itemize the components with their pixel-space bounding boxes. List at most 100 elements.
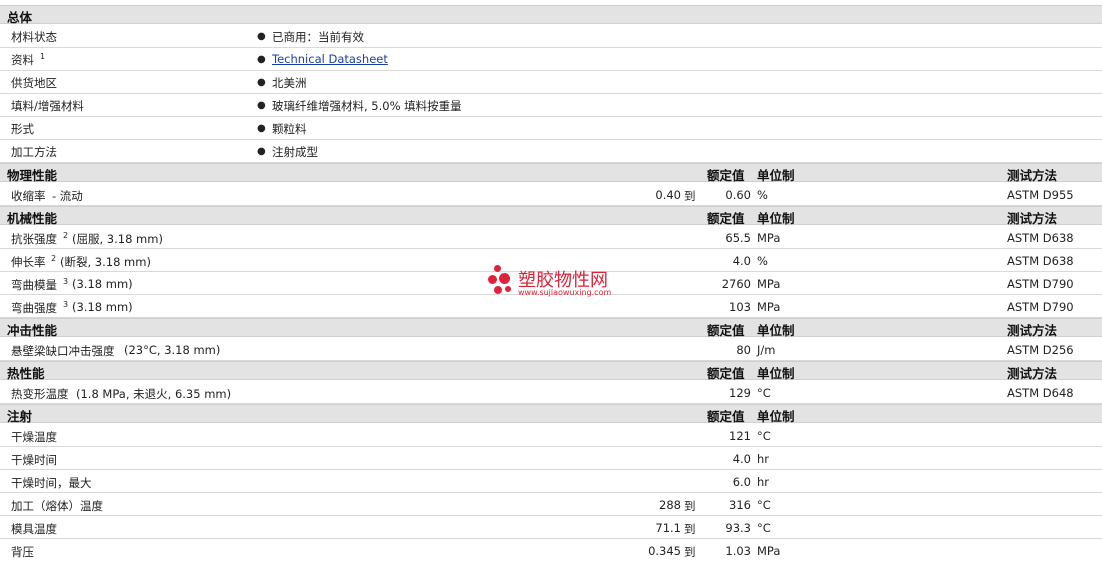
property-label: 干燥温度 <box>11 430 57 444</box>
section-title: 机械性能 <box>7 211 58 226</box>
value-low: 71.1 <box>655 521 681 535</box>
column-header-rated: 额定值 <box>707 211 745 226</box>
value: 121 <box>729 429 751 443</box>
property-label: 干燥时间 <box>11 453 57 467</box>
property-label: 悬壁梁缺口冲击强度 <box>11 344 115 358</box>
value-high: 1.03 <box>725 544 751 558</box>
test-method: ASTM D638 <box>1007 231 1074 245</box>
bullet-icon: ● <box>257 54 266 65</box>
watermark-dot <box>505 286 511 292</box>
property-value: 玻璃纤维增强材料, 5.0% 填料按重量 <box>272 99 462 113</box>
property-row: 抗张强度 2 (屈服, 3.18 mm) 65.5 MPa ASTM D638 <box>0 226 1102 249</box>
column-header-rated: 额定值 <box>707 409 745 424</box>
unit: °C <box>757 386 771 400</box>
section-title: 总体 <box>7 10 33 25</box>
column-header-rated: 额定值 <box>707 366 745 381</box>
section-title: 热性能 <box>7 366 45 381</box>
section-header-general: 总体 <box>0 5 1102 25</box>
value-low: 288 <box>659 498 681 512</box>
footnote-marker: 2 <box>63 231 69 240</box>
unit: hr <box>757 475 770 489</box>
property-row: 加工（熔体）温度 288 到 316 °C <box>0 493 1102 516</box>
property-value: 已商用：当前有效 <box>272 30 364 44</box>
general-row: 填料/增强材料 ● 玻璃纤维增强材料, 5.0% 填料按重量 <box>0 94 1102 117</box>
column-header-rated: 额定值 <box>707 323 745 338</box>
property-value: 北美洲 <box>272 76 307 90</box>
property-label: 热变形温度 <box>11 387 69 401</box>
test-method: ASTM D638 <box>1007 254 1074 268</box>
section-header-physical: 物理性能 额定值 单位制 测试方法 <box>0 163 1102 183</box>
test-method: ASTM D256 <box>1007 343 1074 357</box>
footnote-marker: 3 <box>63 277 69 286</box>
range-word: 到 <box>684 522 696 536</box>
unit: J/m <box>757 343 776 357</box>
property-qualifier: - 流动 <box>52 189 83 203</box>
column-header-test: 测试方法 <box>1007 366 1058 381</box>
section-title: 注射 <box>7 409 33 424</box>
bullet-icon: ● <box>257 123 266 134</box>
property-label: 收缩率 <box>11 189 46 203</box>
unit: MPa <box>757 300 781 314</box>
test-method: ASTM D955 <box>1007 188 1074 202</box>
section-title: 物理性能 <box>7 168 58 183</box>
property-row: 干燥时间，最大 6.0 hr <box>0 470 1102 493</box>
value: 6.0 <box>732 475 751 489</box>
property-qualifier: (3.18 mm) <box>72 300 133 314</box>
column-header-unit: 单位制 <box>757 168 795 183</box>
general-row: 加工方法 ● 注射成型 <box>0 140 1102 163</box>
column-header-unit: 单位制 <box>757 366 795 381</box>
property-label: 模具温度 <box>11 522 57 536</box>
unit: MPa <box>757 231 781 245</box>
value-high: 316 <box>729 498 751 512</box>
bullet-icon: ● <box>257 31 266 42</box>
property-row: 干燥时间 4.0 hr <box>0 447 1102 470</box>
value: 4.0 <box>732 452 751 466</box>
section-header-impact: 冲击性能 额定值 单位制 测试方法 <box>0 318 1102 338</box>
footnote-marker: 3 <box>63 300 69 309</box>
footnote-marker: 2 <box>51 254 57 263</box>
property-label: 弯曲模量 <box>11 278 57 292</box>
range-word: 到 <box>684 189 696 203</box>
section-header-injection: 注射 额定值 单位制 <box>0 404 1102 424</box>
watermark-dot <box>494 265 501 272</box>
general-row: 形式 ● 颗粒料 <box>0 117 1102 140</box>
property-label: 抗张强度 <box>11 232 57 246</box>
footnote-marker: 1 <box>40 52 46 61</box>
unit: MPa <box>757 544 781 558</box>
property-qualifier: (23°C, 3.18 mm) <box>124 343 221 357</box>
watermark-dot <box>499 273 510 284</box>
value: 103 <box>729 300 751 314</box>
property-label: 供货地区 <box>11 76 57 90</box>
section-header-thermal: 热性能 额定值 单位制 测试方法 <box>0 361 1102 381</box>
section-header-mechanical: 机械性能 额定值 单位制 测试方法 <box>0 206 1102 226</box>
column-header-unit: 单位制 <box>757 211 795 226</box>
column-header-test: 测试方法 <box>1007 168 1058 183</box>
value: 2760 <box>721 277 751 291</box>
general-row: 供货地区 ● 北美洲 <box>0 71 1102 94</box>
value: 65.5 <box>725 231 751 245</box>
test-method: ASTM D790 <box>1007 300 1074 314</box>
value-high: 93.3 <box>725 521 751 535</box>
property-label: 材料状态 <box>11 30 57 44</box>
unit: °C <box>757 521 771 535</box>
range-word: 到 <box>684 499 696 513</box>
property-qualifier: (3.18 mm) <box>72 277 133 291</box>
general-row: 材料状态 ● 已商用：当前有效 <box>0 25 1102 48</box>
watermark-dot <box>494 286 502 294</box>
range-word: 到 <box>684 545 696 559</box>
technical-datasheet-link[interactable]: Technical Datasheet <box>272 52 388 66</box>
property-label: 伸长率 <box>11 255 46 269</box>
property-qualifier: (断裂, 3.18 mm) <box>60 255 151 269</box>
property-label: 形式 <box>11 122 34 136</box>
column-header-test: 测试方法 <box>1007 211 1058 226</box>
unit: % <box>757 254 768 268</box>
property-value: 注射成型 <box>272 145 318 159</box>
property-value: 颗粒料 <box>272 122 307 136</box>
property-label: 弯曲强度 <box>11 301 57 315</box>
property-label: 填料/增强材料 <box>11 99 84 113</box>
property-label: 加工方法 <box>11 145 57 159</box>
unit: °C <box>757 429 771 443</box>
column-header-unit: 单位制 <box>757 323 795 338</box>
value-high: 0.60 <box>725 188 751 202</box>
property-label: 干燥时间，最大 <box>11 476 92 490</box>
